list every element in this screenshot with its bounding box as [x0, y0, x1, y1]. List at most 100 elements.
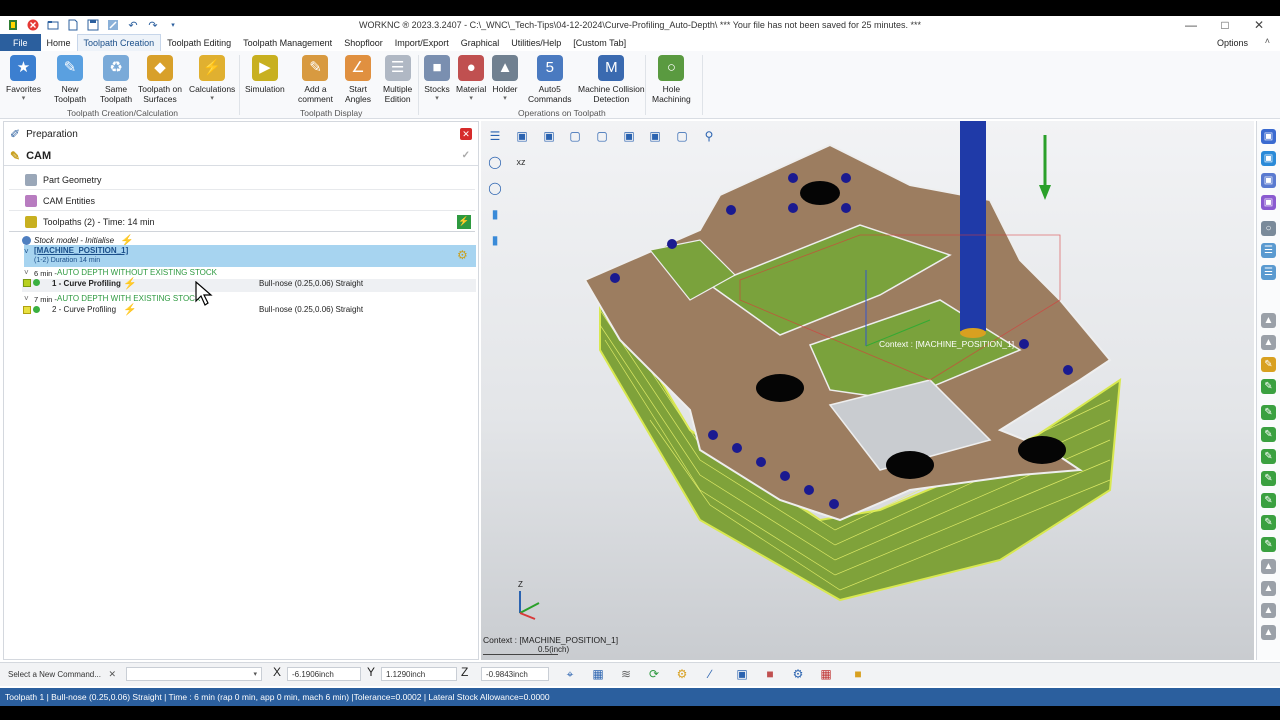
layer-icon[interactable]: ☰: [1261, 243, 1276, 258]
calculations-button[interactable]: ⚡ Calculations ▾: [189, 55, 235, 104]
close-panel-icon[interactable]: ✕: [460, 128, 472, 140]
expand-icon[interactable]: ˅: [24, 294, 29, 303]
tool-icon[interactable]: ▲: [1261, 313, 1276, 328]
tab-shopfloor[interactable]: Shopfloor: [338, 34, 389, 51]
part-model[interactable]: [481, 121, 1254, 660]
simulation-icon: ▶: [251, 55, 278, 81]
undo-icon[interactable]: ↶: [126, 18, 140, 32]
tool-icon[interactable]: ✎: [1261, 379, 1276, 394]
minimize-icon[interactable]: —: [1174, 16, 1208, 34]
edit-icon[interactable]: ∕: [700, 665, 720, 683]
title-bar: ↶ ↷ ▾ WORKNC ® 2023.3.2407 - C:\_WNC\_Te…: [0, 16, 1280, 34]
refresh-icon[interactable]: ⟳: [644, 665, 664, 683]
cam-header[interactable]: ✎ CAM ✓: [4, 146, 478, 166]
filter-icon[interactable]: ○: [1261, 221, 1276, 236]
holder-button[interactable]: ▲ Holder ▾: [492, 55, 518, 104]
sequence-1-label[interactable]: AUTO DEPTH WITHOUT EXISTING STOCK: [57, 268, 217, 277]
options-menu[interactable]: Options: [1217, 34, 1248, 51]
snap-grid-icon[interactable]: ▦: [588, 665, 608, 683]
view-tool-icon[interactable]: ▣: [1261, 151, 1276, 166]
tab-custom[interactable]: [Custom Tab]: [567, 34, 632, 51]
tab-toolpath-management[interactable]: Toolpath Management: [237, 34, 338, 51]
toolpath-on-surfaces-button[interactable]: ◆ Toolpath on Surfaces: [138, 55, 182, 104]
toolpath-checkbox[interactable]: [23, 279, 31, 287]
tab-import-export[interactable]: Import/Export: [389, 34, 455, 51]
tool-icon[interactable]: ▲: [1261, 335, 1276, 350]
command-select[interactable]: Select a New Command... ✕: [4, 667, 122, 681]
view-tool-icon[interactable]: ▣: [1261, 195, 1276, 210]
add-comment-button[interactable]: ✎ Add a comment: [298, 55, 333, 104]
sequence-2-label[interactable]: AUTO DEPTH WITH EXISTING STOCK: [57, 294, 200, 303]
app-icon[interactable]: [6, 18, 20, 32]
new-toolpath-button[interactable]: ✎ New Toolpath: [54, 55, 86, 104]
machine-icon[interactable]: ⚙: [788, 665, 808, 683]
tree-item-part-geometry[interactable]: Part Geometry: [9, 170, 475, 190]
preparation-header[interactable]: ✐ Preparation ✕: [4, 124, 478, 144]
x-coordinate-field[interactable]: -6.1906inch: [287, 667, 361, 681]
hole-machining-button[interactable]: ○ Hole Machining: [652, 55, 691, 104]
layer-icon[interactable]: ☰: [1261, 265, 1276, 280]
close-doc-icon[interactable]: [26, 18, 40, 32]
tab-home[interactable]: Home: [41, 34, 77, 51]
tool-icon[interactable]: ✎: [1261, 471, 1276, 486]
tree-item-toolpaths[interactable]: Toolpaths (2) - Time: 14 min ⚡: [9, 212, 475, 232]
tab-graphical[interactable]: Graphical: [455, 34, 506, 51]
new-doc-icon[interactable]: [66, 18, 80, 32]
z-coordinate-field[interactable]: -0.9843inch: [481, 667, 549, 681]
start-angles-button[interactable]: ∠ Start Angles: [345, 55, 371, 104]
machine-collision-detection-button[interactable]: M Machine Collision Detection: [578, 55, 645, 104]
tool-icon[interactable]: ✎: [1261, 357, 1276, 372]
save-icon[interactable]: [86, 18, 100, 32]
tool-icon[interactable]: ▲: [1261, 625, 1276, 640]
multiple-edition-button[interactable]: ☰ Multiple Edition: [383, 55, 412, 104]
tool-icon[interactable]: ▲: [1261, 603, 1276, 618]
check-icon[interactable]: ✓: [462, 150, 470, 161]
clear-command-icon[interactable]: ✕: [108, 669, 116, 680]
tree-item-cam-entities[interactable]: CAM Entities: [9, 191, 475, 211]
tab-file[interactable]: File: [0, 34, 41, 51]
qa-dropdown-icon[interactable]: ▾: [166, 18, 180, 32]
tool-icon[interactable]: ✎: [1261, 427, 1276, 442]
tool-icon[interactable]: ✎: [1261, 405, 1276, 420]
display-icon[interactable]: ▣: [732, 665, 752, 683]
report-icon[interactable]: ▦: [816, 665, 836, 683]
auto5-commands-button[interactable]: 5 Auto5 Commands: [528, 55, 571, 104]
redo-icon[interactable]: ↷: [146, 18, 160, 32]
stocks-button[interactable]: ■ Stocks ▾: [424, 55, 450, 104]
ribbon-collapse-icon[interactable]: ˄: [1265, 36, 1270, 46]
toolpath-2-name[interactable]: 2 - Curve Profiling: [52, 305, 116, 314]
tool-icon[interactable]: ▲: [1261, 559, 1276, 574]
tool-icon[interactable]: ✎: [1261, 493, 1276, 508]
folder-icon[interactable]: ■: [848, 665, 868, 683]
stock-display-icon[interactable]: ■: [760, 665, 780, 683]
context-bottom-label: Context : [MACHINE_POSITION_1]: [483, 635, 619, 645]
machine-position-icon[interactable]: ⚙: [457, 248, 468, 262]
calculate-icon[interactable]: ⚡: [457, 214, 471, 229]
maximize-icon[interactable]: □: [1208, 16, 1242, 34]
tab-utilities-help[interactable]: Utilities/Help: [505, 34, 567, 51]
tool-icon[interactable]: ✎: [1261, 449, 1276, 464]
command-combo[interactable]: ▾: [126, 667, 262, 681]
y-coordinate-field[interactable]: 1.1290inch: [381, 667, 457, 681]
material-button[interactable]: ● Material ▾: [456, 55, 486, 104]
measure-icon[interactable]: ≋: [616, 665, 636, 683]
same-toolpath-button[interactable]: ♻ Same Toolpath: [100, 55, 132, 104]
snap-icon[interactable]: ⌖: [560, 665, 580, 683]
favorites-button[interactable]: ★ Favorites ▾: [6, 55, 41, 104]
tool-icon[interactable]: ✎: [1261, 537, 1276, 552]
simulation-button[interactable]: ▶ Simulation: [245, 55, 285, 94]
tool-icon[interactable]: ✎: [1261, 515, 1276, 530]
view-tool-icon[interactable]: ▣: [1261, 129, 1276, 144]
tab-toolpath-creation[interactable]: Toolpath Creation: [76, 34, 162, 51]
expand-icon[interactable]: ˅: [24, 268, 29, 277]
toolpath-checkbox[interactable]: [23, 306, 31, 314]
close-icon[interactable]: ✕: [1242, 16, 1276, 34]
tab-toolpath-editing[interactable]: Toolpath Editing: [161, 34, 237, 51]
view-tool-icon[interactable]: ▣: [1261, 173, 1276, 188]
expand-icon[interactable]: ˅: [24, 247, 29, 256]
open-folder-icon[interactable]: [46, 18, 60, 32]
graphics-viewport[interactable]: ☰ ▣ ▣ ▢ ▢ ▣ ▣ ▢ ⚲ ◯ xz ◯ ▮ ▮ Context: […: [481, 121, 1254, 660]
tool-icon[interactable]: ▲: [1261, 581, 1276, 596]
settings-icon[interactable]: [106, 18, 120, 32]
toolpath-display-icon[interactable]: ⚙: [672, 665, 692, 683]
